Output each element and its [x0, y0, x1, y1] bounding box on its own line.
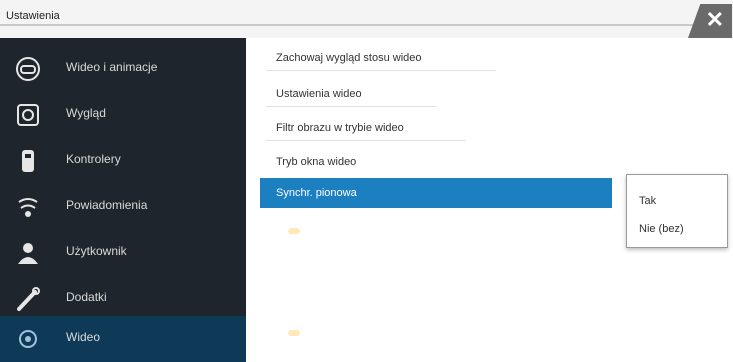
settings-icon	[12, 323, 44, 355]
close-button[interactable]: ✕	[688, 4, 732, 38]
title-divider	[0, 24, 700, 26]
sidebar-item-label: Kontrolery	[66, 152, 121, 166]
sidebar-item-video[interactable]: Wideo	[0, 316, 246, 362]
sidebar-item-label: Dodatki	[66, 290, 107, 304]
sidebar-item-label: Wygląd	[66, 106, 106, 120]
sidebar-item-controllers[interactable]: Kontrolery	[0, 138, 246, 184]
row-divider	[266, 140, 466, 141]
selected-setting-row[interactable]: Synchr. pionowa	[260, 178, 612, 208]
setting-row[interactable]: Zachowaj wygląd stosu wideo	[276, 52, 422, 64]
decorative-mark	[288, 228, 300, 234]
user-icon	[12, 237, 44, 269]
dropdown-option[interactable]: Nie (bez)	[639, 223, 684, 235]
sidebar-item-notifications[interactable]: Powiadomienia	[0, 184, 246, 230]
lightbulb-icon	[12, 191, 44, 223]
dropdown-option[interactable]: Tak	[639, 195, 656, 207]
sidebar-item-label: Użytkownik	[66, 244, 127, 258]
controller-icon	[12, 145, 44, 177]
wrench-icon	[12, 283, 44, 315]
sidebar: Wideo i animacje Wygląd Kontrolery Powia…	[0, 38, 246, 362]
selected-setting-label: Synchr. pionowa	[276, 187, 357, 199]
sidebar-item-user[interactable]: Użytkownik	[0, 230, 246, 276]
setting-row[interactable]: Filtr obrazu w trybie wideo	[276, 122, 404, 134]
sidebar-item-appearance[interactable]: Wygląd	[0, 92, 246, 138]
settings-panel: Zachowaj wygląd stosu wideo Ustawienia w…	[246, 38, 733, 362]
gamepad-icon	[12, 53, 44, 85]
decorative-mark	[288, 330, 300, 336]
setting-row[interactable]: Ustawienia wideo	[276, 88, 362, 100]
sidebar-item-label: Wideo	[66, 330, 101, 344]
sidebar-item-video-animations[interactable]: Wideo i animacje	[0, 46, 246, 92]
title-bar: Ustawienia ✕	[0, 0, 733, 38]
sidebar-item-label: Wideo i animacje	[66, 60, 158, 74]
row-divider	[266, 70, 496, 71]
sidebar-item-label: Powiadomienia	[66, 198, 148, 212]
dropdown-menu: Tak Nie (bez)	[626, 174, 728, 248]
setting-row[interactable]: Tryb okna wideo	[276, 156, 356, 168]
window-title: Ustawienia	[6, 10, 60, 22]
gallery-icon	[12, 99, 44, 131]
close-icon[interactable]: ✕	[706, 9, 724, 31]
row-divider	[266, 106, 436, 107]
